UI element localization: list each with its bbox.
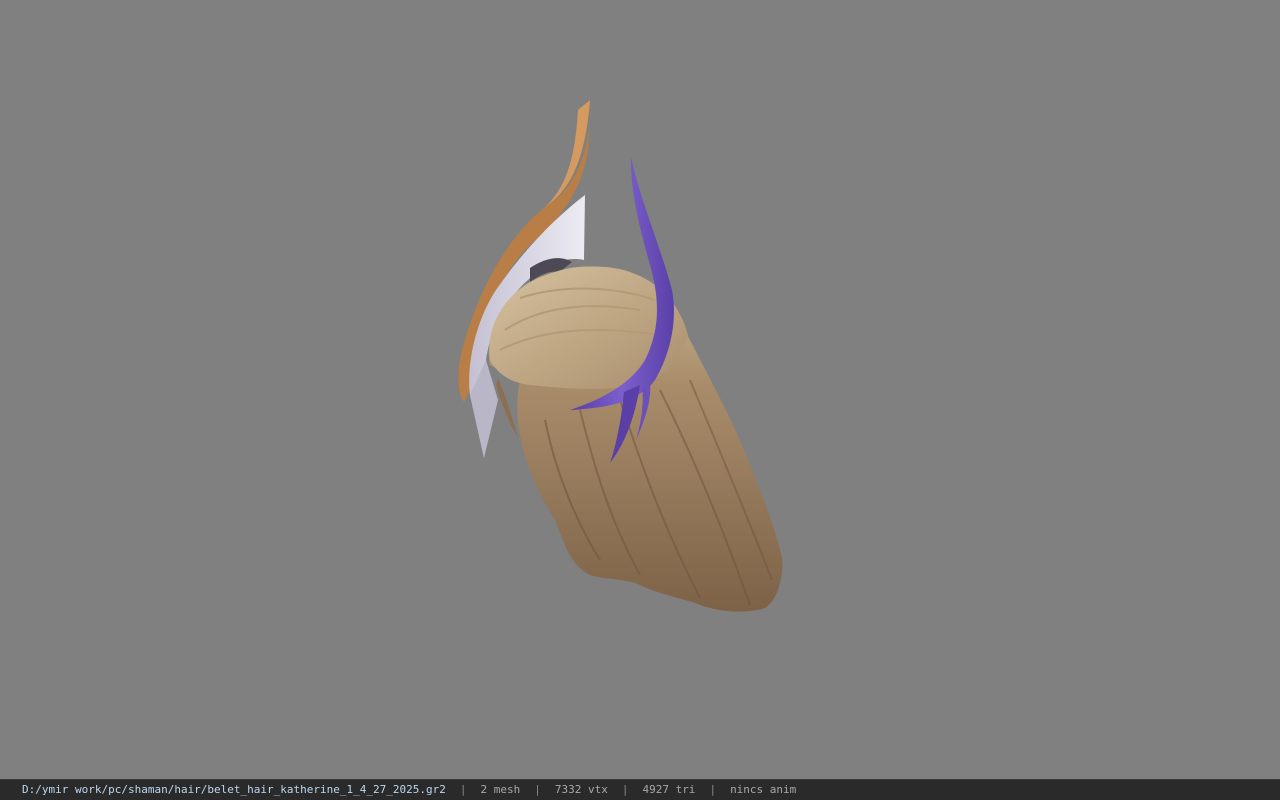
mesh-count-label: 2 mesh — [480, 783, 521, 796]
hair-mass — [488, 266, 783, 612]
status-bar: D:/ymir work/pc/shaman/hair/belet_hair_k… — [0, 779, 1280, 800]
3d-viewport[interactable] — [0, 0, 1280, 779]
triangle-count-label: 4927 tri — [642, 783, 696, 796]
separator: | — [534, 783, 541, 796]
hair-model-render — [458, 97, 783, 612]
separator: | — [709, 783, 717, 796]
file-path-label: D:/ymir work/pc/shaman/hair/belet_hair_k… — [22, 783, 446, 796]
anim-status-label: nincs anim — [730, 783, 797, 796]
vertex-count-label: 7332 vtx — [554, 783, 608, 796]
separator: | — [621, 783, 629, 796]
separator: | — [459, 783, 467, 796]
